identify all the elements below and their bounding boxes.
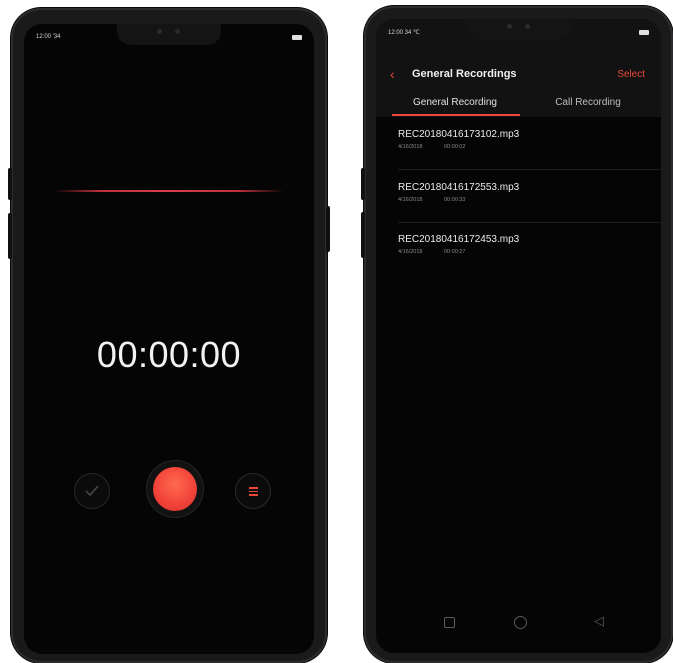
status-time: 12:00 34 ℃ — [388, 30, 420, 36]
status-bar: 12:00 34 ℃ — [388, 29, 649, 39]
recording-duration: 00:00:27 — [444, 249, 466, 255]
recording-duration: 00:00:02 — [444, 144, 466, 150]
recording-date: 4/16/2018 — [398, 197, 423, 203]
volume-up-button — [361, 168, 365, 200]
recording-meta: 4/16/2018 00:00:33 — [398, 197, 648, 203]
record-button[interactable] — [146, 460, 204, 518]
confirm-button[interactable] — [74, 473, 110, 509]
recordings-list-button[interactable] — [235, 473, 271, 509]
navigation-bar: ◁ — [376, 603, 661, 643]
app-header: 12:00 34 ℃ ‹ General Recordings Select G… — [376, 19, 661, 117]
chevron-left-icon[interactable]: ‹ — [390, 67, 395, 81]
list-item[interactable]: REC20180416172453.mp3 4/16/2018 00:00:27 — [398, 234, 648, 255]
tab-general-recording[interactable]: General Recording — [395, 97, 515, 108]
recordings-screen: 12:00 34 ℃ ‹ General Recordings Select G… — [376, 19, 661, 653]
battery-icon — [292, 35, 302, 40]
active-tab-indicator — [392, 114, 520, 116]
phone-recorder: 12:00 '34 00:00:00 — [8, 8, 330, 663]
recording-meta: 4/16/2018 00:00:27 — [398, 249, 648, 255]
power-button — [326, 206, 330, 252]
record-icon — [153, 467, 197, 511]
recording-name: REC20180416173102.mp3 — [398, 129, 520, 140]
list-icon — [249, 487, 258, 498]
recorder-screen: 12:00 '34 00:00:00 — [24, 24, 314, 654]
recording-timer: 00:00:00 — [96, 334, 242, 375]
circle-icon[interactable] — [514, 616, 527, 629]
list-item[interactable]: REC20180416173102.mp3 4/16/2018 00:00:02 — [398, 129, 648, 150]
page-title: General Recordings — [412, 68, 517, 80]
battery-icon — [639, 30, 649, 35]
select-button[interactable]: Select — [617, 69, 645, 80]
recording-duration: 00:00:33 — [444, 197, 466, 203]
divider — [398, 222, 661, 223]
status-time: 12:00 '34 — [36, 34, 61, 40]
phone-recordings: 12:00 34 ℃ ‹ General Recordings Select G… — [361, 6, 673, 663]
waveform-line — [54, 190, 284, 192]
divider — [398, 169, 661, 170]
square-icon[interactable] — [444, 617, 455, 628]
list-item[interactable]: REC20180416172553.mp3 4/16/2018 00:00:33 — [398, 182, 648, 203]
recording-name: REC20180416172453.mp3 — [398, 234, 520, 245]
recording-date: 4/16/2018 — [398, 249, 423, 255]
volume-down-button — [361, 212, 365, 258]
recording-meta: 4/16/2018 00:00:02 — [398, 144, 648, 150]
recording-date: 4/16/2018 — [398, 144, 423, 150]
checkmark-icon — [85, 485, 99, 497]
status-bar: 12:00 '34 — [36, 34, 302, 44]
volume-up-button — [8, 168, 12, 200]
volume-down-button — [8, 213, 12, 259]
triangle-back-icon[interactable]: ◁ — [594, 613, 604, 629]
tab-call-recording[interactable]: Call Recording — [528, 97, 648, 108]
recording-name: REC20180416172553.mp3 — [398, 182, 520, 193]
